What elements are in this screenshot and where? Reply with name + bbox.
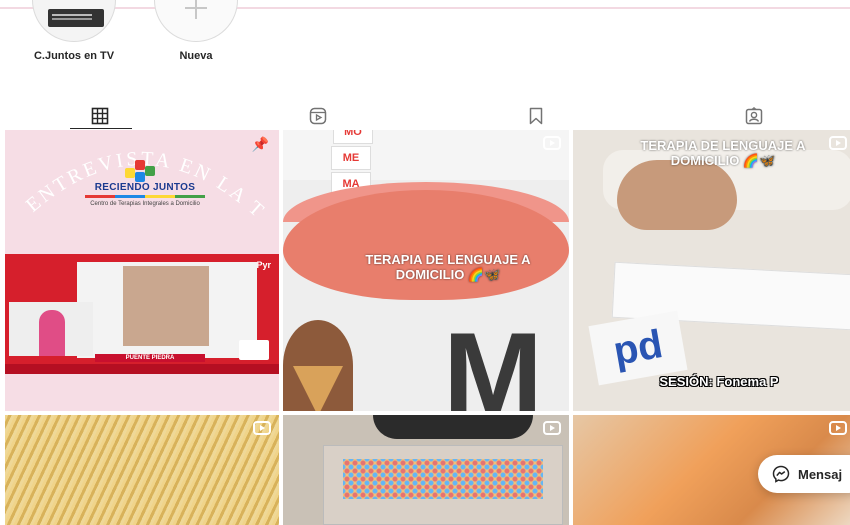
brand-logo: RECIENDO JUNTOS Centro de Terapias Integ…: [75, 160, 215, 220]
highlight-cover: [32, 0, 116, 42]
messages-label: Mensaj: [798, 466, 843, 482]
lips-image: [283, 190, 569, 300]
grid-icon: [91, 107, 109, 125]
pin-icon: 📌: [251, 136, 269, 152]
water-beads-image: [343, 459, 543, 499]
posts-grid: ENTREVISTA EN LA TV RECIENDO JUNTOS Cent…: [5, 130, 850, 525]
logo-subtitle: Centro de Terapias Integrales a Domicili…: [90, 201, 200, 207]
post-caption: TERAPIA DE LENGUAJE A DOMICILIO 🌈🦋: [640, 138, 806, 168]
reel-icon: [829, 421, 847, 435]
tab-tagged[interactable]: [734, 104, 774, 128]
highlight-label: C.Juntos en TV: [33, 50, 115, 62]
tab-saved[interactable]: [516, 104, 556, 128]
post-tile[interactable]: MO ME MA M TERAPIA DE LENGUAJE A DOMICIL…: [283, 130, 569, 411]
tv-screen: Pyr PUENTE PIEDRA: [5, 254, 279, 374]
post-tile[interactable]: [5, 415, 279, 525]
reel-icon: [829, 136, 847, 150]
post-caption: TERAPIA DE LENGUAJE A DOMICILIO 🌈🦋: [365, 252, 531, 282]
letter-m: M: [443, 308, 543, 411]
hand-image: [617, 160, 737, 230]
highlight-new[interactable]: Nueva: [148, 0, 244, 62]
syllable-card: MO: [333, 130, 373, 144]
puzzle-icon: [125, 160, 165, 182]
tagged-icon: [745, 107, 763, 125]
highlight-label: Nueva: [179, 50, 213, 62]
tab-posts[interactable]: [70, 104, 132, 129]
saved-icon: [529, 107, 543, 125]
reels-icon: [309, 107, 327, 125]
presenter: [39, 310, 65, 356]
logo-title: RECIENDO JUNTOS: [94, 182, 196, 193]
profile-tabs: [5, 104, 850, 129]
noodles-image: [5, 415, 279, 525]
channel-logo: [239, 340, 269, 360]
tab-reels[interactable]: [298, 104, 338, 128]
reel-icon: [543, 421, 561, 435]
highlight-cjuntos-tv[interactable]: C.Juntos en TV: [26, 0, 122, 62]
tv-caption: PUENTE PIEDRA: [95, 354, 205, 362]
top-divider: [0, 7, 850, 9]
reel-icon: [253, 421, 271, 435]
messenger-icon: [772, 465, 790, 483]
post-tile[interactable]: ENTREVISTA EN LA TV RECIENDO JUNTOS Cent…: [5, 130, 279, 411]
messages-button[interactable]: Mensaj: [758, 455, 850, 493]
post-tile[interactable]: pd TERAPIA DE LENGUAJE A DOMICILIO 🌈🦋 SE…: [573, 130, 850, 411]
session-label: SESIÓN: Fonema P: [659, 374, 779, 389]
tv-brand: Pyr: [256, 260, 271, 270]
syllable-card: ME: [331, 146, 371, 170]
reel-icon: [543, 136, 561, 150]
post-tile[interactable]: [283, 415, 569, 525]
plus-icon: [154, 0, 238, 42]
